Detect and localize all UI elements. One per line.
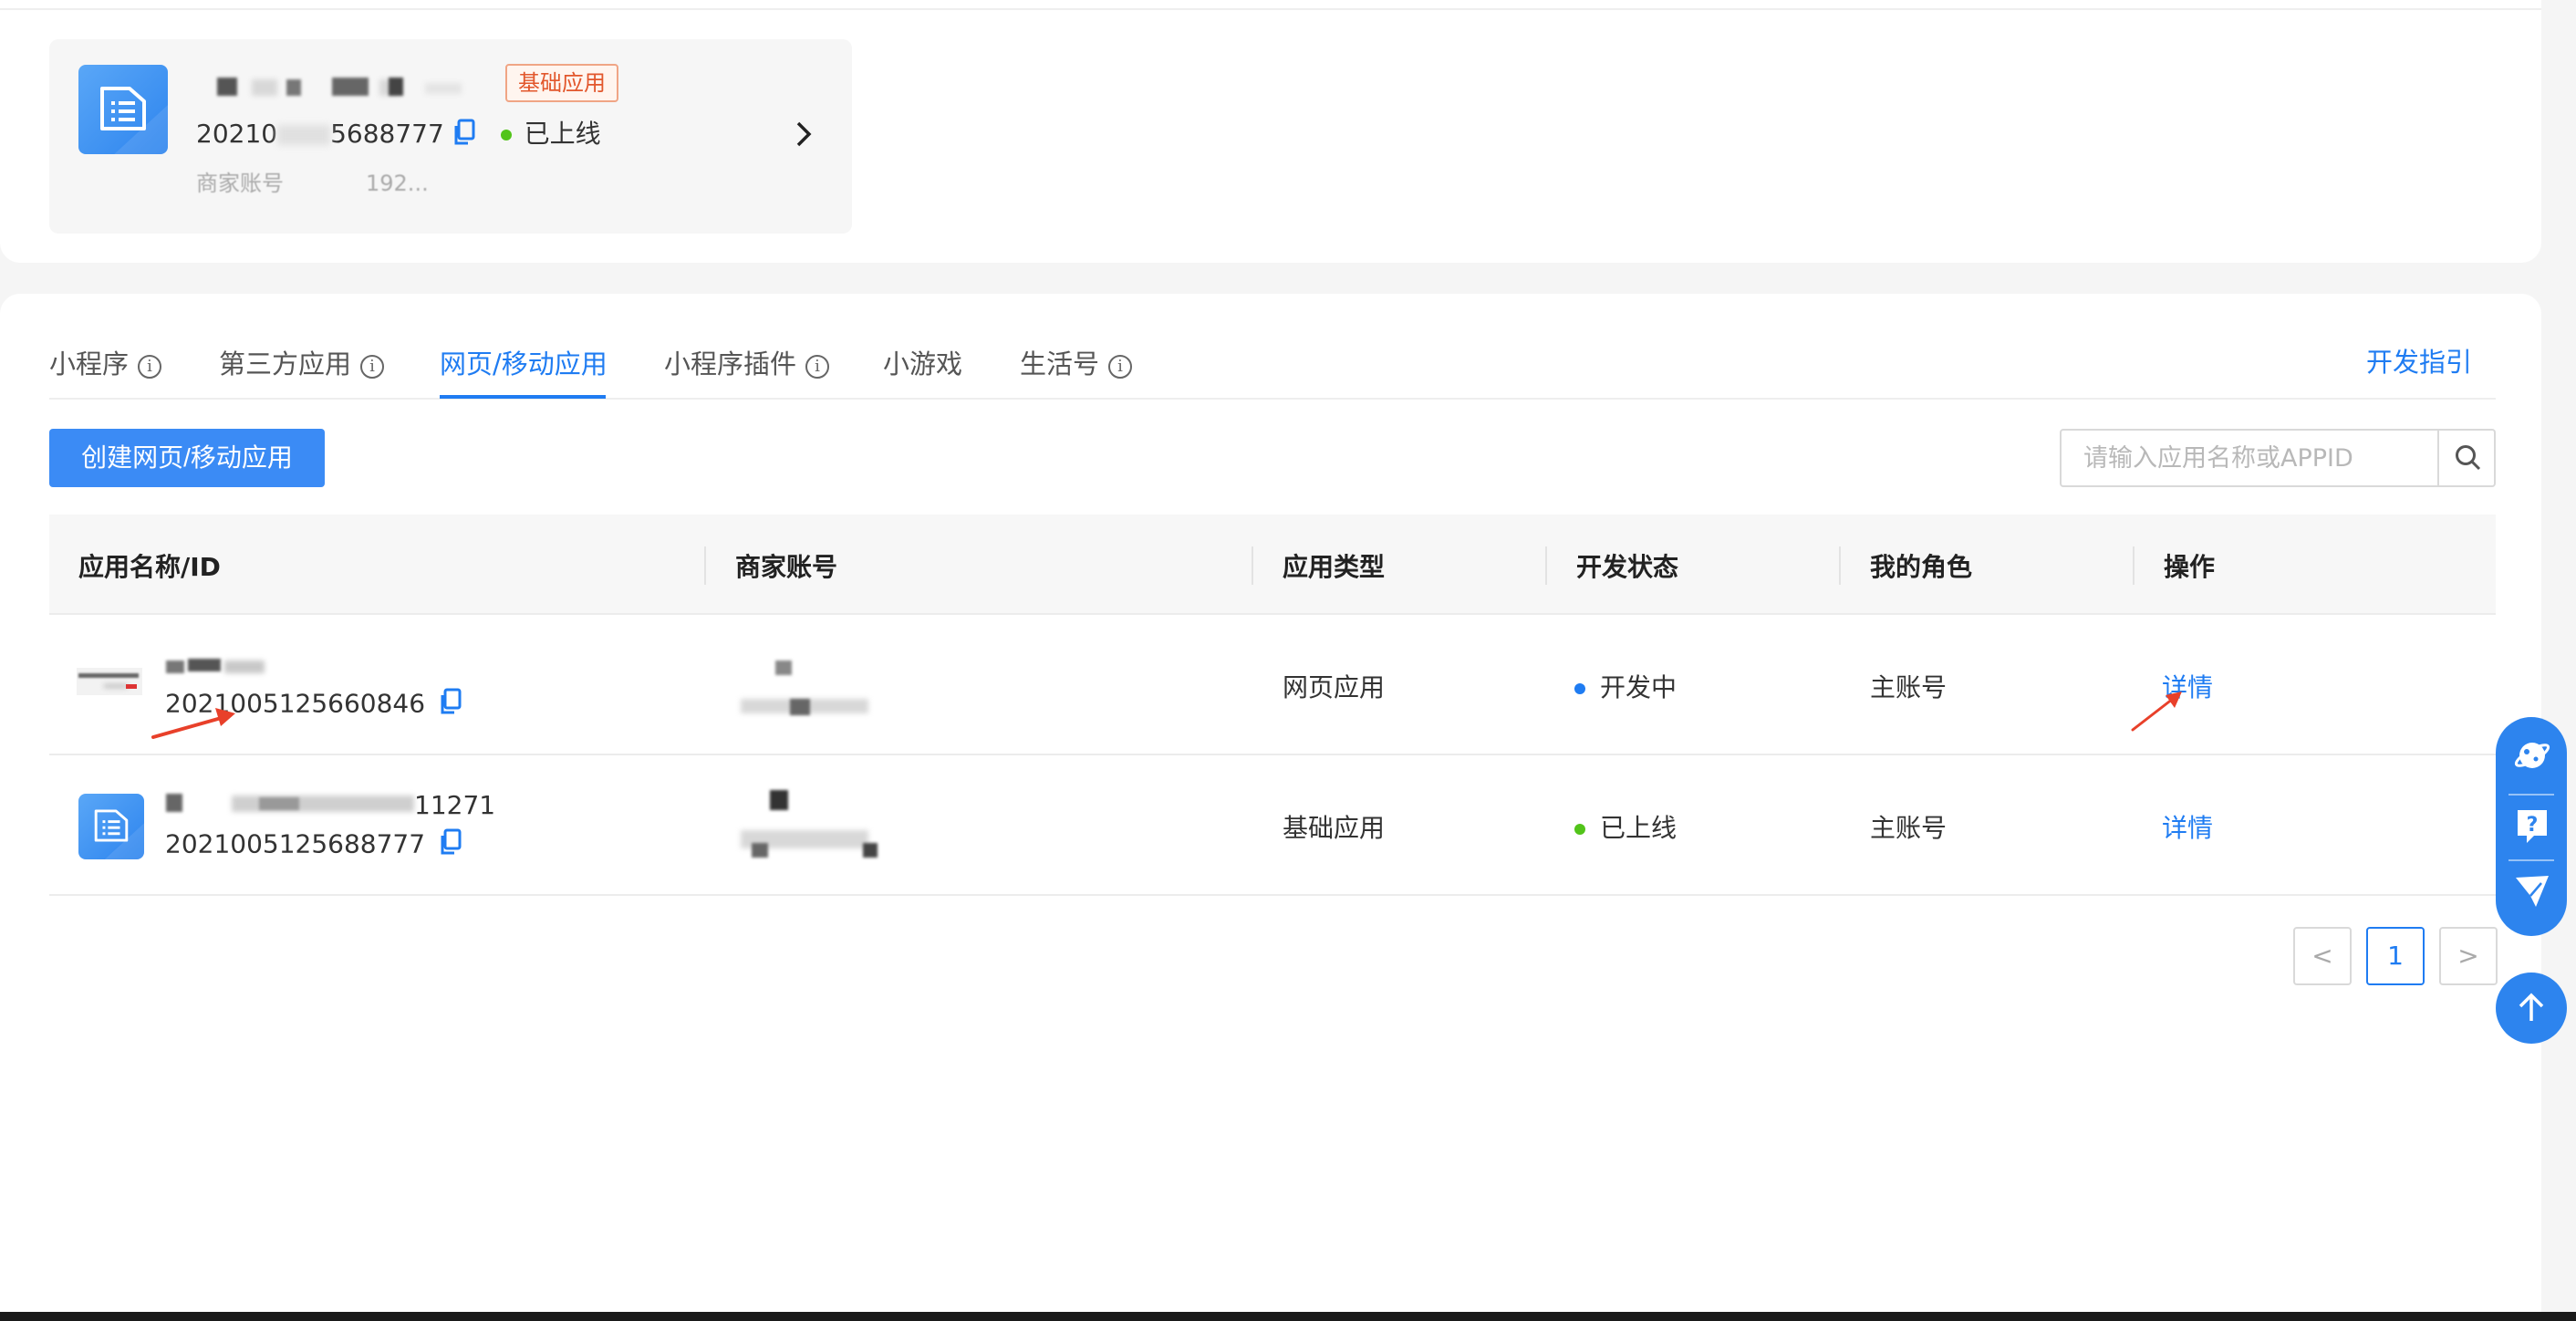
svg-text:?: ? (2527, 814, 2539, 837)
feedback-icon[interactable] (2514, 872, 2550, 914)
floating-toolbar: ? (2496, 717, 2567, 936)
pagination-prev-button[interactable]: < (2293, 927, 2352, 985)
planet-icon[interactable] (2514, 737, 2550, 777)
back-to-top-button[interactable] (2496, 973, 2567, 1044)
red-arrow (151, 708, 235, 739)
bottom-edge (0, 1312, 2576, 1321)
back-to-top-icon (2519, 993, 2544, 1021)
red-arrow (2131, 692, 2182, 732)
pagination-next-button[interactable]: > (2439, 927, 2498, 985)
pagination-page-1[interactable]: 1 (2366, 927, 2425, 985)
annotation-arrows (151, 692, 2182, 739)
help-icon[interactable]: ? (2514, 806, 2550, 848)
